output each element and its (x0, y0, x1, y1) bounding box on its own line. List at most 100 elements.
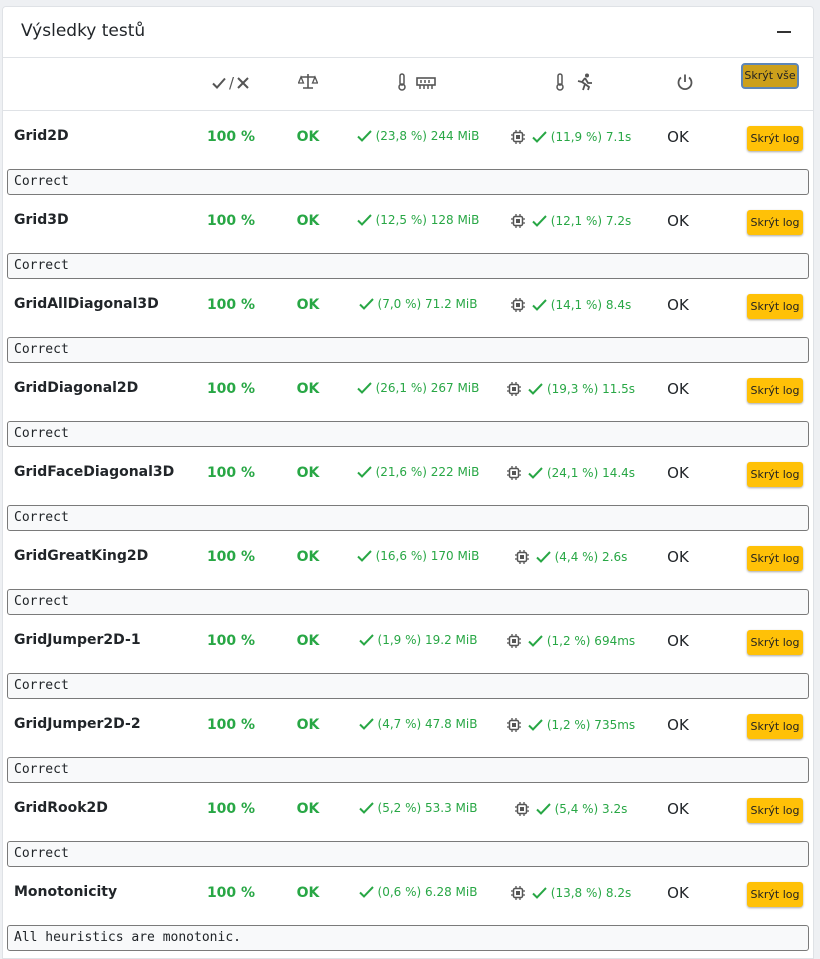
thermometer-icon (556, 73, 564, 91)
test-name: GridFaceDiagonal3D (14, 464, 175, 480)
hide-log-button[interactable]: Skrýt log (747, 462, 803, 487)
test-name: GridDiagonal2D (14, 380, 139, 396)
test-exit-status: OK (667, 212, 689, 230)
check-icon (358, 718, 374, 730)
check-icon (528, 719, 543, 731)
test-row: GridRook2D 100 % OK (5,2 %) 53.3 MiB (5,… (3, 783, 813, 841)
hide-log-button[interactable]: Skrýt log (747, 546, 803, 571)
check-icon (532, 131, 547, 143)
check-icon (358, 298, 374, 310)
test-memory: (26,1 %) 267 MiB (343, 381, 493, 395)
test-time: (12,1 %) 7.2s (493, 213, 648, 229)
hide-log-button[interactable]: Skrýt log (747, 294, 803, 319)
cpu-icon (514, 802, 529, 816)
test-log: Correct (7, 253, 809, 279)
test-memory: (5,2 %) 53.3 MiB (343, 801, 493, 815)
time-value: (14,1 %) 8.4s (550, 298, 632, 312)
test-name: Grid2D (14, 128, 69, 144)
cpu-icon (510, 886, 525, 900)
test-result: OK (296, 801, 320, 817)
test-result: OK (296, 717, 320, 733)
test-memory: (4,7 %) 47.8 MiB (343, 717, 493, 731)
test-log: Correct (7, 673, 809, 699)
pass-fail-header: / (211, 73, 250, 93)
test-log: Correct (7, 757, 809, 783)
time-header (555, 73, 594, 93)
test-result: OK (296, 381, 320, 397)
memory-value: (0,6 %) 6.28 MiB (377, 885, 478, 899)
panel-title: Výsledky testů (21, 21, 146, 41)
memory-value: (26,1 %) 267 MiB (375, 381, 480, 395)
hide-all-button[interactable]: Skrýt vše (741, 63, 799, 89)
check-icon (356, 214, 372, 226)
test-result: OK (296, 633, 320, 649)
time-value: (19,3 %) 11.5s (546, 382, 636, 396)
test-exit-status: OK (667, 464, 689, 482)
time-value: (1,2 %) 735ms (546, 718, 636, 732)
check-icon (356, 382, 372, 394)
hide-log-button[interactable]: Skrýt log (747, 630, 803, 655)
test-percent: 100 % (206, 129, 256, 145)
test-memory: (7,0 %) 71.2 MiB (343, 297, 493, 311)
pass-fail-separator: / (229, 74, 235, 92)
hide-log-button[interactable]: Skrýt log (747, 126, 803, 151)
hide-log-button[interactable]: Skrýt log (747, 714, 803, 739)
memory-value: (5,2 %) 53.3 MiB (377, 801, 478, 815)
check-icon (212, 77, 226, 89)
test-exit-status: OK (667, 716, 689, 734)
cpu-icon (510, 130, 525, 144)
test-time: (1,2 %) 694ms (493, 633, 648, 649)
test-time: (11,9 %) 7.1s (493, 129, 648, 145)
test-exit-status: OK (667, 884, 689, 902)
check-icon (528, 635, 543, 647)
test-exit-status: OK (667, 548, 689, 566)
hide-log-button[interactable]: Skrýt log (747, 210, 803, 235)
test-time: (4,4 %) 2.6s (493, 549, 648, 565)
time-value: (5,4 %) 3.2s (554, 802, 628, 816)
check-icon (356, 466, 372, 478)
test-log: All heuristics are monotonic. (7, 925, 809, 951)
test-result: OK (296, 297, 320, 313)
test-row: Grid2D 100 % OK (23,8 %) 244 MiB (11,9 %… (3, 111, 813, 169)
time-value: (11,9 %) 7.1s (550, 130, 632, 144)
test-name: GridGreatKing2D (14, 548, 149, 564)
test-log: Correct (7, 589, 809, 615)
test-exit-status: OK (667, 380, 689, 398)
test-memory: (23,8 %) 244 MiB (343, 129, 493, 143)
running-icon (577, 73, 593, 91)
test-percent: 100 % (206, 465, 256, 481)
test-time: (13,8 %) 8.2s (493, 885, 648, 901)
memory-value: (4,7 %) 47.8 MiB (377, 717, 478, 731)
test-time: (24,1 %) 14.4s (493, 465, 648, 481)
test-row: Monotonicity 100 % OK (0,6 %) 6.28 MiB (… (3, 867, 813, 925)
test-name: Grid3D (14, 212, 69, 228)
memory-icon (416, 77, 436, 89)
test-time: (19,3 %) 11.5s (493, 381, 648, 397)
panel-header: Výsledky testů (3, 7, 813, 58)
check-icon (532, 215, 547, 227)
memory-header (397, 73, 436, 93)
cross-icon (237, 77, 249, 89)
check-icon (358, 634, 374, 646)
test-list: Grid2D 100 % OK (23,8 %) 244 MiB (11,9 %… (3, 111, 813, 951)
memory-value: (21,6 %) 222 MiB (375, 465, 480, 479)
hide-log-button[interactable]: Skrýt log (747, 798, 803, 823)
time-value: (1,2 %) 694ms (546, 634, 636, 648)
check-icon (532, 887, 547, 899)
test-row: GridDiagonal2D 100 % OK (26,1 %) 267 MiB… (3, 363, 813, 421)
test-name: GridRook2D (14, 800, 108, 816)
hide-log-button[interactable]: Skrýt log (747, 882, 803, 907)
test-name: GridJumper2D-2 (14, 716, 141, 732)
test-results-panel: Výsledky testů / Grid2D 100 % OK (23,8 %… (2, 6, 814, 959)
memory-value: (7,0 %) 71.2 MiB (377, 297, 478, 311)
check-icon (528, 383, 543, 395)
test-percent: 100 % (206, 213, 256, 229)
collapse-button[interactable] (775, 23, 793, 41)
test-exit-status: OK (667, 296, 689, 314)
scale-icon (297, 73, 319, 93)
hide-log-button[interactable]: Skrýt log (747, 378, 803, 403)
test-row: GridAllDiagonal3D 100 % OK (7,0 %) 71.2 … (3, 279, 813, 337)
cpu-icon (510, 214, 525, 228)
test-percent: 100 % (206, 381, 256, 397)
test-name: GridJumper2D-1 (14, 632, 141, 648)
